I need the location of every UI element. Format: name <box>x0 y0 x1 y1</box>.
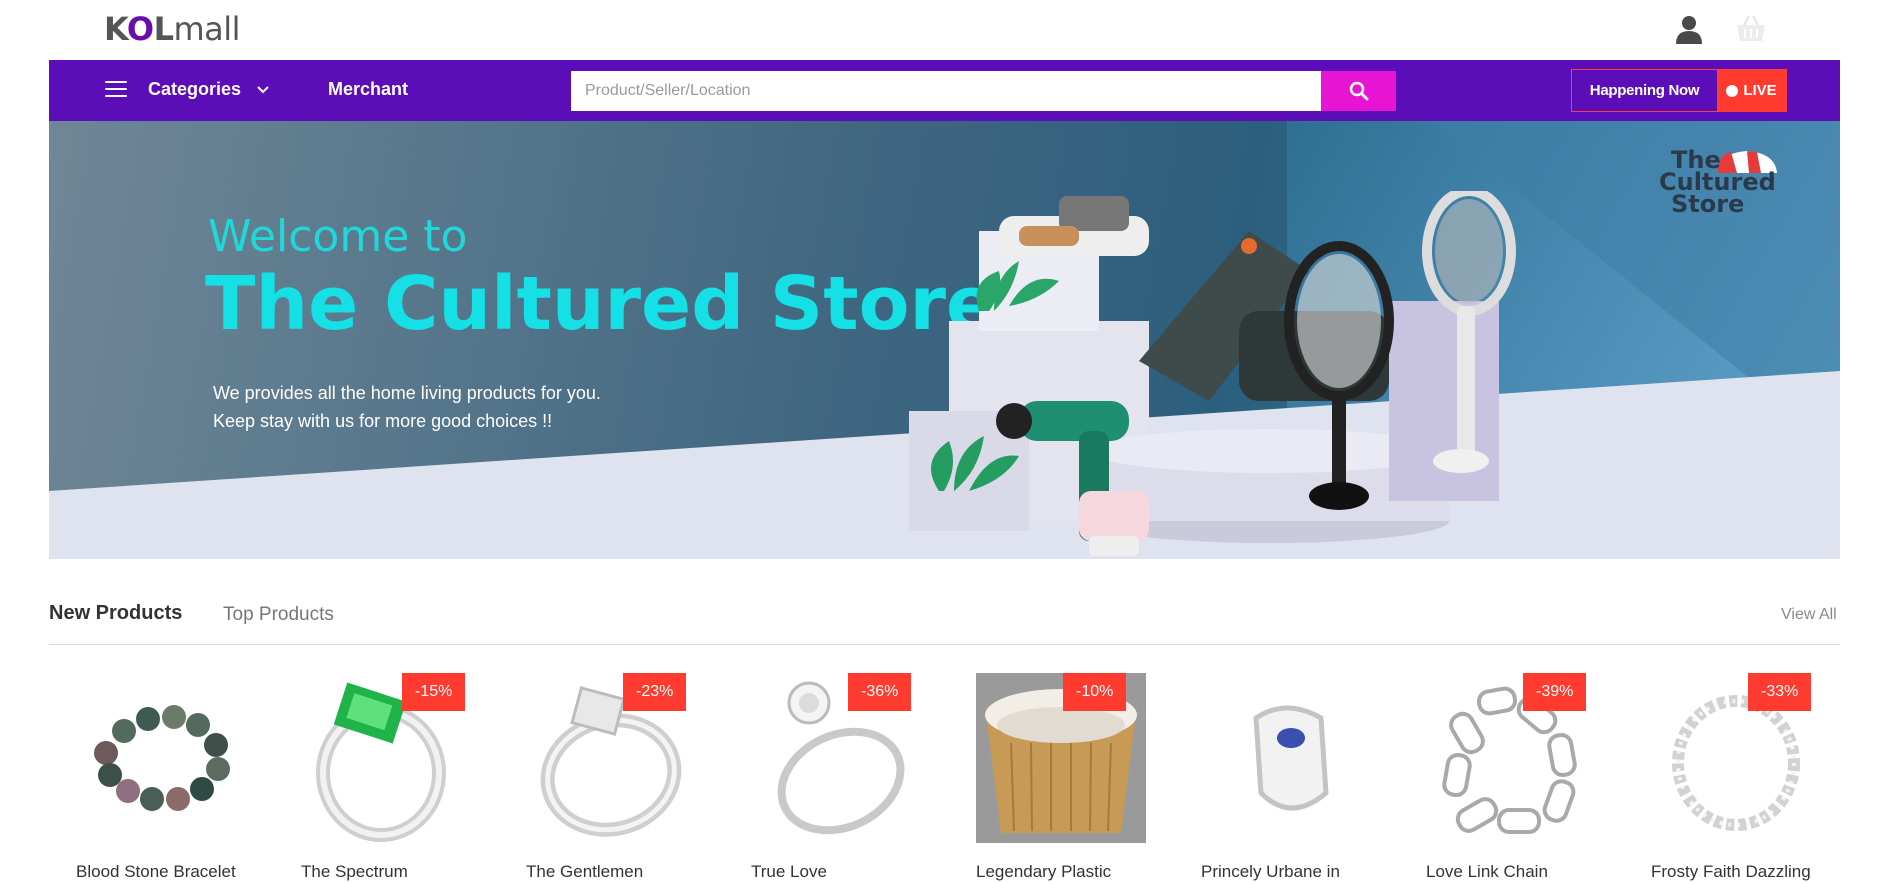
user-account-icon[interactable] <box>1674 14 1704 44</box>
banner-tagline-line: We provides all the home living products… <box>213 383 601 403</box>
categories-menu[interactable]: Categories <box>148 79 241 100</box>
product-name[interactable]: Love Link Chain <box>1426 862 1548 882</box>
product-card-legendary-plastic[interactable]: -10% Legendary Plastic <box>950 673 1160 883</box>
product-card-the-gentlemen[interactable]: -23% The Gentlemen <box>500 673 710 883</box>
product-image <box>1253 705 1329 811</box>
happening-now-label: Happening Now <box>1572 70 1717 111</box>
main-navbar: Categories Merchant Happening Now LIVE <box>49 60 1840 121</box>
tab-divider <box>49 644 1840 645</box>
product-card-blood-stone-bracelet[interactable]: Blood Stone Bracelet <box>50 673 260 883</box>
live-label: LIVE <box>1743 82 1777 99</box>
product-name[interactable]: True Love <box>751 862 827 882</box>
product-image <box>94 705 230 811</box>
basket-icon[interactable] <box>1735 14 1767 44</box>
product-name[interactable]: Blood Stone Bracelet <box>76 862 236 882</box>
live-badge: LIVE <box>1717 70 1786 111</box>
kolmall-logo[interactable]: KOLmall <box>104 10 241 48</box>
view-all-link[interactable]: View All <box>1781 606 1837 624</box>
logo-letter-k: K <box>104 10 127 48</box>
product-name[interactable]: Frosty Faith Dazzling <box>1651 862 1811 882</box>
product-card-love-link-chain[interactable]: -39% Love Link Chain <box>1400 673 1610 883</box>
discount-badge: -39% <box>1523 673 1587 711</box>
product-card-the-spectrum[interactable]: -15% The Spectrum <box>275 673 485 883</box>
happening-now-button[interactable]: Happening Now LIVE <box>1571 69 1787 112</box>
cultured-store-logo: The Cultured Store <box>1659 148 1809 229</box>
product-name[interactable]: The Gentlemen <box>526 862 643 882</box>
hero-banner[interactable]: Welcome to The Cultured Store We provide… <box>49 121 1840 559</box>
tab-top-products[interactable]: Top Products <box>223 604 334 626</box>
banner-store-title: The Cultured Store <box>205 261 997 347</box>
product-card-true-love[interactable]: -36% True Love <box>725 673 935 883</box>
logo-word-mall: mall <box>173 10 241 48</box>
chevron-down-icon[interactable] <box>256 85 270 95</box>
live-dot-icon <box>1726 84 1739 97</box>
banner-product-illustration <box>909 191 1516 556</box>
discount-badge: -23% <box>623 673 687 711</box>
hamburger-menu-icon[interactable] <box>105 81 127 99</box>
tab-new-products[interactable]: New Products <box>49 602 182 625</box>
product-name[interactable]: The Spectrum <box>301 862 408 882</box>
merchant-link[interactable]: Merchant <box>328 79 408 100</box>
search-button[interactable] <box>1321 71 1396 111</box>
banner-welcome-text: Welcome to <box>208 211 468 262</box>
product-name[interactable]: Legendary Plastic <box>976 862 1111 882</box>
top-header: KOLmall <box>0 0 1886 60</box>
store-logo-text: The Cultured Store <box>1659 148 1776 218</box>
discount-badge: -15% <box>402 673 466 711</box>
product-card-frosty-faith-dazzling[interactable]: -33% Frosty Faith Dazzling <box>1625 673 1835 883</box>
banner-tagline: We provides all the home living products… <box>213 379 601 435</box>
banner-tagline-line: Keep stay with us for more good choices … <box>213 411 553 431</box>
product-name[interactable]: Princely Urbane in <box>1201 862 1340 882</box>
logo-letter-l: L <box>153 10 174 48</box>
search-icon <box>1349 81 1369 101</box>
discount-badge: -33% <box>1748 673 1812 711</box>
discount-badge: -36% <box>848 673 912 711</box>
store-logo-line: Store <box>1671 190 1745 218</box>
logo-letter-o: O <box>126 10 154 48</box>
product-card-princely-urbane[interactable]: Princely Urbane in <box>1175 673 1385 883</box>
discount-badge: -10% <box>1063 673 1127 711</box>
search-input[interactable] <box>571 71 1321 111</box>
